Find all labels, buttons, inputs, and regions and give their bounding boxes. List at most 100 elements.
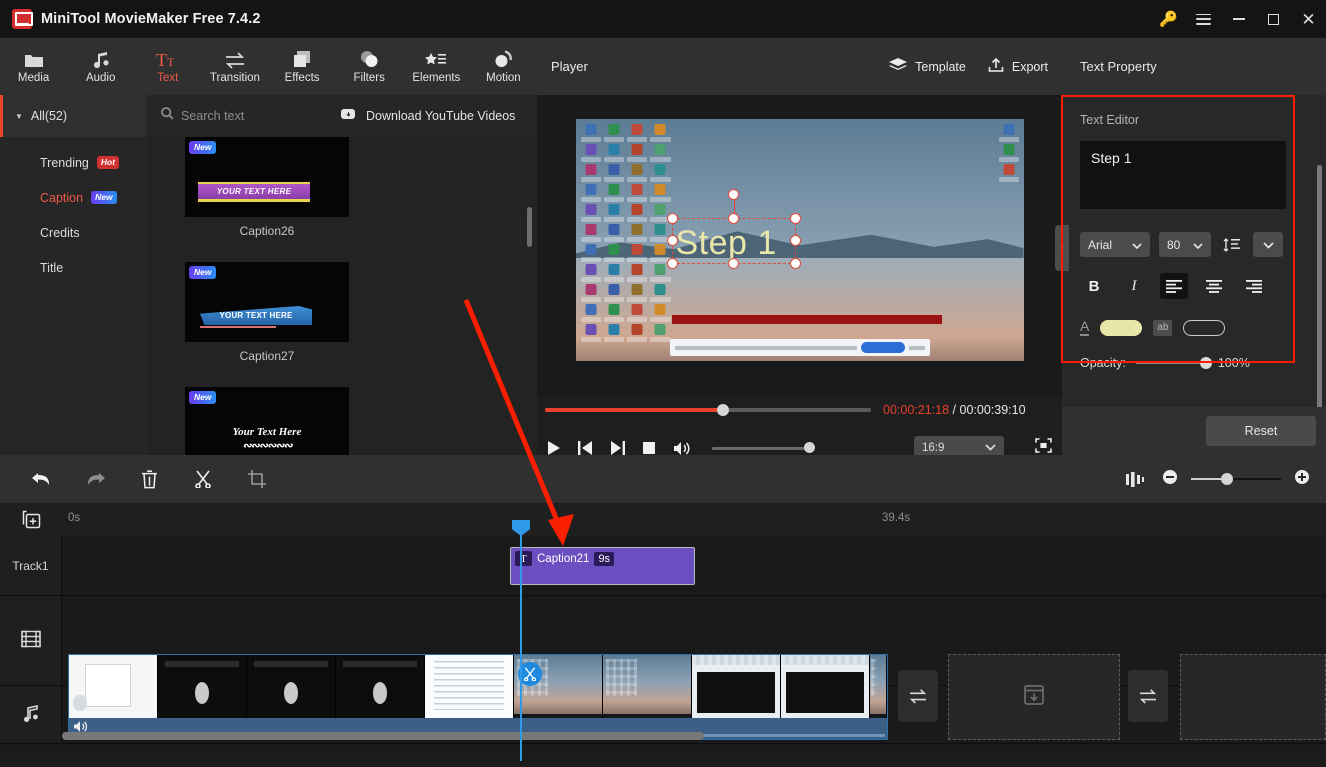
next-frame-icon[interactable] [610,441,625,455]
timeline-zoom-slider[interactable] [1191,472,1281,485]
track-body-text[interactable]: T Caption21 9s [62,536,1326,595]
resize-handle-middle-left[interactable] [666,235,678,246]
resize-handle-bottom-left[interactable] [666,258,678,269]
track-header-video[interactable] [0,596,62,685]
category-title[interactable]: Title [0,250,147,285]
font-size-select[interactable]: 80 [1159,232,1211,257]
player-header: Player Template Export [537,38,1062,95]
tab-filters[interactable]: Filters [336,38,403,95]
ruler-ticks[interactable]: 0s 39.4s [62,503,1326,536]
rotate-handle[interactable] [727,189,739,200]
track-row-video [0,596,1326,740]
download-youtube-videos-button[interactable]: Download YouTube Videos [341,108,515,124]
font-family-select[interactable]: Arial [1080,232,1150,257]
category-credits[interactable]: Credits [0,215,147,250]
export-button[interactable]: Export [988,57,1048,76]
text-editor-input[interactable] [1080,141,1286,209]
volume-icon[interactable] [673,441,691,456]
tab-effects[interactable]: Effects [269,38,336,95]
template-thumb-caption27[interactable]: New YOUR TEXT HERE [185,262,349,342]
bold-button[interactable]: B [1080,273,1108,299]
template-button[interactable]: Template [889,58,966,75]
zoom-minus-icon[interactable] [1162,469,1178,490]
add-media-icon[interactable] [0,510,62,529]
close-icon[interactable]: ✕ [1291,0,1326,38]
key-icon[interactable]: 🔑 [1151,0,1186,38]
template-thumb-caption28[interactable]: New Your Text Here ∾∾∾∾∾∾ [185,387,349,455]
resize-handle-middle-right[interactable] [789,235,801,246]
template-grid-scrollbar[interactable] [527,207,532,247]
tab-text[interactable]: TT Text [134,38,201,95]
collapse-panel-button[interactable]: › [1055,225,1069,271]
reset-button[interactable]: Reset [1206,416,1316,446]
maximize-icon[interactable] [1256,0,1291,38]
tab-elements[interactable]: Elements [403,38,470,95]
category-list: Trending Hot Caption New Credits Title [0,137,147,455]
resize-handle-bottom-right[interactable] [789,258,801,269]
timeline-h-scrollbar[interactable] [62,732,704,740]
preview-red-bar [671,315,942,324]
tab-audio[interactable]: Audio [67,38,134,95]
font-color-A-icon[interactable]: A [1080,319,1090,336]
more-text-options-button[interactable] [1253,232,1283,257]
minimize-icon[interactable] [1221,0,1256,38]
outline-toggle-button[interactable]: ab [1153,319,1173,336]
text-property-panel: Text Property Text Editor Arial 80 [1062,38,1326,455]
play-icon[interactable] [547,440,561,456]
new-badge: New [189,391,217,404]
resize-handle-bottom-center[interactable] [727,258,739,269]
trash-icon[interactable] [122,455,176,503]
category-caption[interactable]: Caption New [0,180,147,215]
opacity-handle[interactable] [1199,356,1212,369]
zoom-handle[interactable] [1221,472,1233,485]
progress-fill [545,408,725,412]
hamburger-menu-icon[interactable] [1186,0,1221,38]
tab-media[interactable]: Media [0,38,67,95]
crop-icon[interactable] [230,455,284,503]
track-header-text[interactable]: Track1 [0,536,62,595]
category-all-label: All(52) [30,109,68,123]
search-box[interactable] [161,107,331,125]
template-cell: New YOUR TEXT HERE Caption27 [185,238,349,363]
align-right-icon[interactable] [1240,273,1268,299]
track-body-video[interactable] [62,596,1326,740]
progress-handle[interactable] [717,404,730,416]
align-center-icon[interactable] [1200,273,1228,299]
tab-motion[interactable]: Motion [470,38,537,95]
redo-arrow-icon[interactable] [68,455,122,503]
resize-handle-top-left[interactable] [666,213,678,224]
previous-frame-icon[interactable] [578,441,593,455]
category-all-dropdown[interactable]: ▼ All(52) [0,95,147,137]
fill-color-swatch[interactable] [1100,319,1143,336]
line-spacing-icon[interactable] [1220,233,1244,257]
layers-icon [889,58,908,75]
search-input[interactable] [181,109,331,123]
text-editor-section-title: Text Editor [1080,113,1140,127]
preview-taskbar [575,361,1024,371]
resize-handle-top-center[interactable] [727,213,739,224]
category-trending[interactable]: Trending Hot [0,145,147,180]
fit-to-window-icon[interactable] [1121,455,1149,503]
tab-label: Motion [486,72,521,84]
video-preview[interactable]: Step 1 [575,119,1024,371]
undo-arrow-icon[interactable] [14,455,68,503]
align-left-icon[interactable] [1160,273,1188,299]
text-selection-box[interactable] [666,189,801,269]
category-label: Title [40,260,64,275]
zoom-plus-icon[interactable] [1294,469,1310,490]
volume-slider[interactable] [712,442,815,453]
volume-handle[interactable] [804,442,815,453]
stop-icon[interactable] [642,441,656,455]
tab-label: Media [17,72,50,84]
opacity-slider[interactable] [1135,356,1212,369]
track-header-audio[interactable] [0,686,62,743]
timeline-clip-caption21[interactable]: T Caption21 9s [510,547,695,585]
outline-color-swatch[interactable] [1183,319,1226,336]
moviemaker-logo-icon [12,9,33,29]
template-thumb-caption26[interactable]: New YOUR TEXT HERE [185,137,349,217]
scissors-icon[interactable] [176,455,230,503]
tab-transition[interactable]: Transition [201,38,268,95]
italic-button[interactable]: I [1120,273,1148,299]
player-progress-bar[interactable] [545,404,871,416]
resize-handle-top-right[interactable] [789,213,801,224]
